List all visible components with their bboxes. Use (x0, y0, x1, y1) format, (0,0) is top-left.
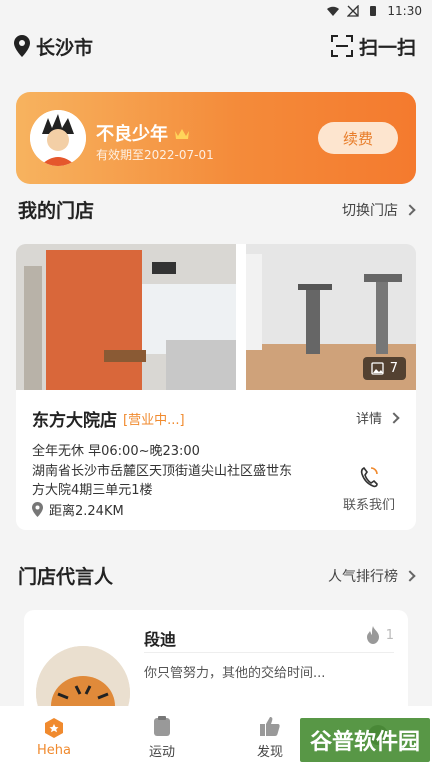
my-store-header: 我的门店 切换门店 (18, 196, 416, 223)
spokesperson-name: 段迪 (144, 630, 177, 649)
chevron-right-icon (404, 203, 416, 216)
crown-icon (175, 128, 189, 139)
scan-label: 扫一扫 (358, 36, 416, 59)
spokesperson-title: 门店代言人 (18, 566, 114, 588)
scan-icon (330, 35, 353, 57)
member-name: 不良少年 (96, 124, 168, 145)
status-bar: 11:30 (0, 0, 432, 22)
store-title-row: 东方大院店 [营业中...] (32, 406, 185, 431)
store-photo[interactable]: 7 (246, 244, 416, 390)
flame-icon (366, 626, 379, 644)
gallery-icon (371, 362, 384, 375)
membership-expiry: 有效期至2022-07-01 (96, 148, 214, 162)
popularity-ranking-link[interactable]: 人气排行榜 (328, 566, 416, 586)
store-detail-link[interactable]: 详情 (355, 408, 400, 427)
nav-home[interactable]: Heha (0, 706, 108, 768)
store-distance-row: 距离2.24KM (32, 500, 124, 519)
contact-us-label: 联系我们 (342, 498, 395, 513)
store-card[interactable]: 7 东方大院店 [营业中...] 详情 全年无休 早06:00~晚23:00 湖… (16, 244, 416, 530)
contact-us-button[interactable]: 联系我们 (338, 466, 400, 513)
nav-sport[interactable]: 运动 (108, 706, 216, 768)
spokesperson-quote: 你只管努力，其他的交给时间... (144, 666, 326, 681)
detail-label: 详情 (355, 412, 382, 427)
spokesperson-popularity[interactable]: 1 (366, 626, 394, 644)
location-pin-icon (32, 502, 43, 517)
status-time: 11:30 (387, 4, 422, 18)
nav-discover-label: 发现 (256, 744, 283, 760)
renew-button[interactable]: 续费 (318, 122, 398, 154)
switch-store-link[interactable]: 切换门店 (342, 200, 416, 220)
store-status-badge: [营业中...] (123, 413, 185, 428)
city-selector[interactable]: 长沙市 (14, 33, 93, 60)
store-photo[interactable] (16, 244, 236, 390)
phone-icon (360, 466, 378, 488)
store-distance: 距离2.24KM (49, 504, 124, 519)
location-pin-icon (14, 35, 30, 57)
clipboard-icon (154, 715, 170, 736)
chevron-right-icon (388, 411, 400, 424)
store-name: 东方大院店 (32, 411, 117, 431)
my-store-title: 我的门店 (18, 200, 95, 222)
top-bar: 长沙市 扫一扫 (0, 22, 432, 70)
store-hours: 全年无休 早06:00~晚23:00 (32, 444, 200, 459)
scan-button[interactable]: 扫一扫 (330, 33, 416, 60)
wifi-icon (327, 6, 340, 16)
divider (144, 652, 394, 653)
city-name: 长沙市 (36, 36, 94, 59)
photo-count: 7 (389, 361, 398, 376)
spokesperson-header: 门店代言人 人气排行榜 (18, 562, 416, 589)
photo-count-badge[interactable]: 7 (362, 357, 406, 380)
watermark-logo: 谷普软件园 (300, 718, 430, 762)
popularity-count: 1 (385, 627, 394, 643)
member-card: 不良少年 有效期至2022-07-01 续费 (16, 92, 416, 184)
nav-home-label: Heha (37, 742, 71, 758)
switch-store-label: 切换门店 (342, 202, 398, 219)
member-name-row: 不良少年 (96, 120, 190, 146)
home-badge-icon (45, 717, 63, 738)
battery-icon (370, 6, 377, 16)
chevron-right-icon (404, 569, 416, 582)
ranking-label: 人气排行榜 (328, 568, 398, 585)
store-address: 湖南省长沙市岳麓区天顶街道尖山社区盛世东方大院4期三单元1楼 (32, 464, 293, 498)
nav-sport-label: 运动 (148, 744, 175, 760)
user-avatar (30, 110, 86, 166)
thumbs-up-icon (260, 716, 280, 736)
no-signal-icon (347, 5, 360, 17)
